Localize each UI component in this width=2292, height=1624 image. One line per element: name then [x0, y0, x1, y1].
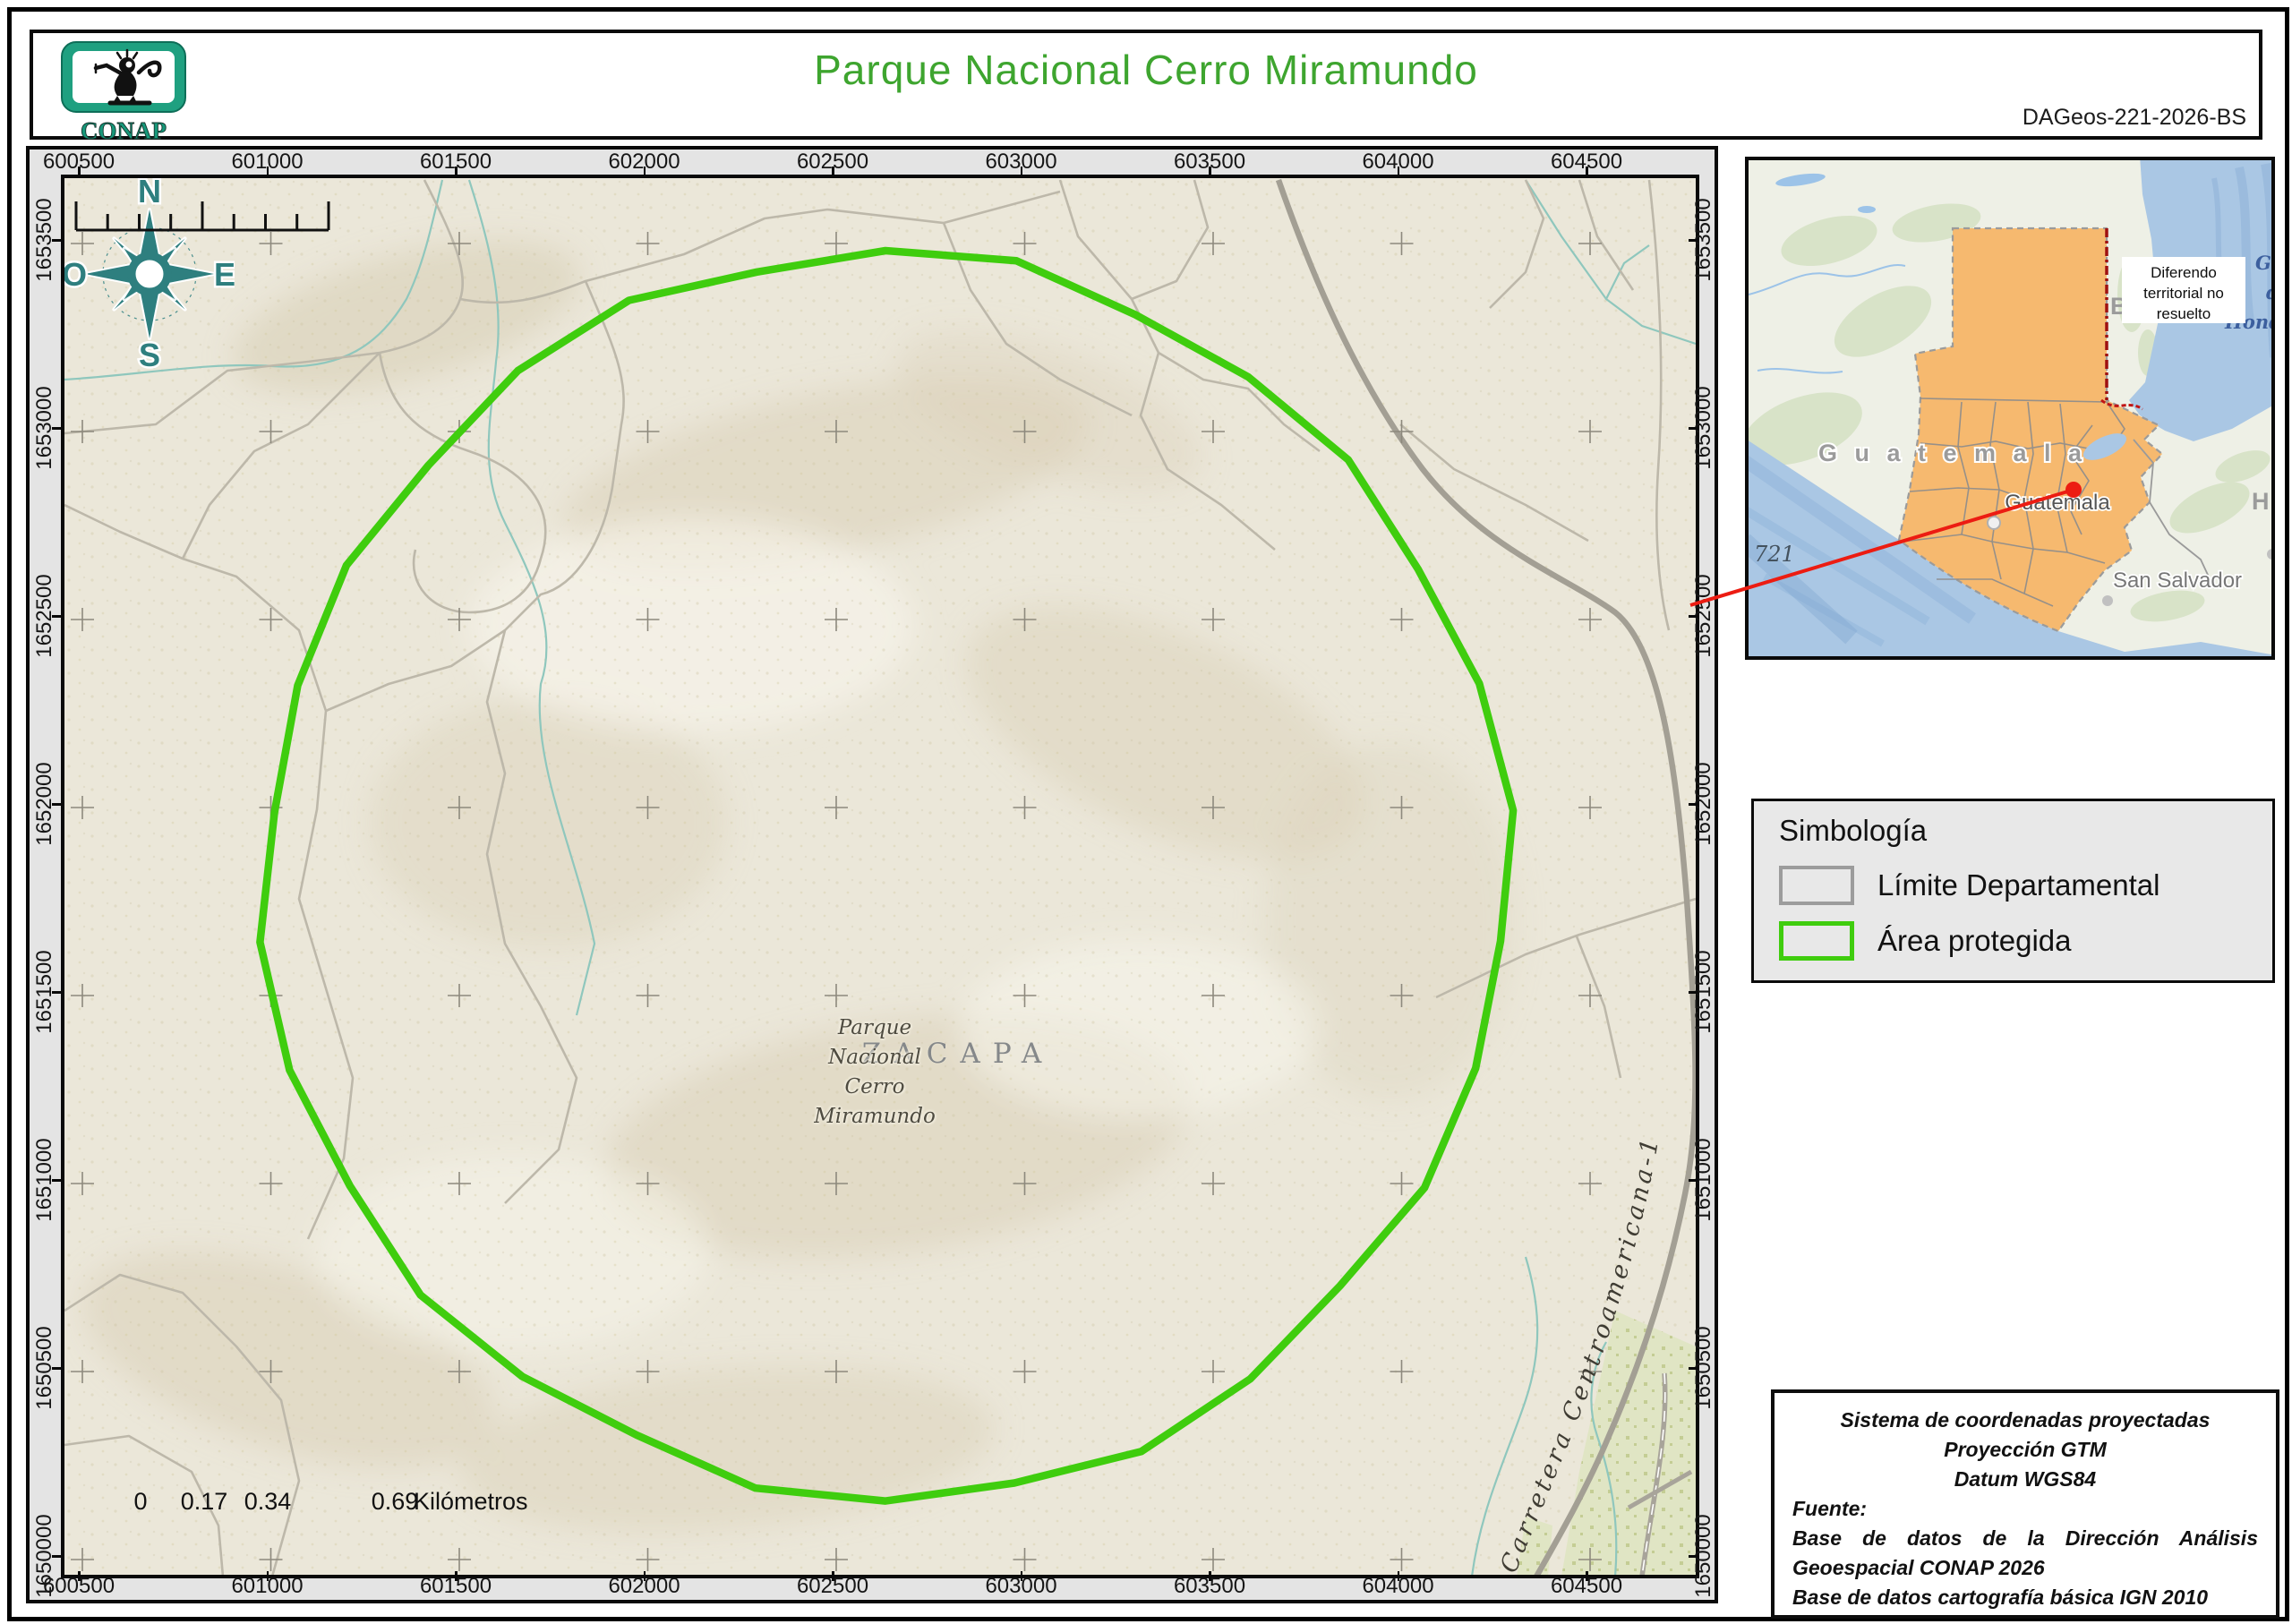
- scalebar-value: 0: [133, 1488, 147, 1516]
- legend-label: Límite Departamental: [1877, 868, 2159, 902]
- grid-tick: [1689, 991, 1698, 994]
- compass-south-label: S: [139, 337, 160, 371]
- header: CONAP Parque Nacional Cerro Miramundo DA…: [30, 30, 2262, 140]
- conap-logo-text: CONAP: [81, 117, 167, 144]
- inset-honduras-label: H o: [2252, 488, 2271, 515]
- grid-tick: [1398, 167, 1400, 176]
- terrain-stipple: [64, 178, 1696, 1575]
- grid-tick: [1021, 167, 1023, 176]
- legend-item-protected: Área protegida: [1779, 921, 2071, 961]
- legend-title: Simbología: [1779, 814, 1927, 848]
- grid-tick: [52, 615, 62, 618]
- inset-country-label: G u a t e m a l a: [1818, 440, 2087, 466]
- grid-tick: [455, 1571, 458, 1581]
- main-map-canvas: Carretera Centroamericana-10: [64, 178, 1696, 1575]
- grid-tick: [1586, 1571, 1588, 1581]
- grid-tick: [267, 167, 269, 176]
- scalebar-value: 0.69: [372, 1488, 419, 1516]
- grid-tick: [1689, 615, 1698, 618]
- grid-tick: [52, 1179, 62, 1182]
- credits-line: Base de datos de la Dirección Análisis G…: [1792, 1524, 2258, 1583]
- credits-line: Sistema de coordenadas proyectadas: [1792, 1406, 2258, 1435]
- park-name-line: Cerro: [774, 1073, 975, 1102]
- grid-tick: [52, 991, 62, 994]
- credits-box: Sistema de coordenadas proyectadasProyec…: [1771, 1389, 2279, 1619]
- inset-city-label: Guatemala: [2005, 491, 2110, 515]
- credits-line: Fuente:: [1792, 1494, 2258, 1524]
- inset-locator-map: G u a t e m a l a Guatemala San Salvador…: [1745, 157, 2275, 660]
- grid-tick: [644, 167, 646, 176]
- credits-line: Base de datos cartografía básica IGN 201…: [1792, 1583, 2258, 1612]
- inset-gulf-label-fragment-b: d: [2266, 281, 2271, 303]
- grid-tick: [78, 167, 81, 176]
- credits-line: Datum WGS84: [1792, 1465, 2258, 1494]
- scalebar-value: 0.17: [181, 1488, 228, 1516]
- inset-san-salvador-label: San Salvador: [2113, 568, 2242, 593]
- compass-east-label: E: [214, 256, 235, 293]
- grid-tick: [1398, 1571, 1400, 1581]
- map-sheet: CONAP Parque Nacional Cerro Miramundo DA…: [0, 0, 2292, 1624]
- inset-canvas: G u a t e m a l a Guatemala San Salvador…: [1749, 160, 2271, 656]
- grid-tick: [52, 803, 62, 806]
- scalebar-unit: Kilómetros: [414, 1488, 528, 1516]
- dispute-note: Diferendo territorial no resuelto: [2122, 257, 2245, 323]
- grid-tick: [1209, 167, 1211, 176]
- grid-tick: [1689, 803, 1698, 806]
- grid-tick: [52, 1555, 62, 1558]
- legend: Simbología Límite Departamental Área prot…: [1751, 799, 2275, 983]
- grid-tick: [1021, 1571, 1023, 1581]
- inset-depth-label: 721: [1754, 542, 1795, 567]
- grid-tick: [52, 239, 62, 242]
- grid-tick: [1209, 1571, 1211, 1581]
- legend-swatch-protected: [1779, 921, 1854, 961]
- grid-tick: [1689, 1179, 1698, 1182]
- inset-gulf-label-fragment-a: Gu: [2255, 252, 2271, 274]
- main-map: Carretera Centroamericana-10: [61, 175, 1699, 1578]
- grid-tick: [1689, 427, 1698, 430]
- grid-tick: [1689, 239, 1698, 242]
- scalebar-value: 0.34: [244, 1488, 292, 1516]
- grid-tick: [455, 167, 458, 176]
- inset-san-salvador-marker: [2102, 595, 2113, 606]
- park-name-line: Parque: [774, 1013, 975, 1043]
- grid-tick: [52, 427, 62, 430]
- page-title: Parque Nacional Cerro Miramundo: [33, 46, 2259, 94]
- grid-tick: [1586, 167, 1588, 176]
- grid-tick: [644, 1571, 646, 1581]
- park-name-label: ParqueNacionalCerroMiramundo: [774, 1013, 975, 1132]
- legend-label: Área protegida: [1877, 924, 2071, 958]
- park-name-line: Nacional: [774, 1043, 975, 1073]
- inset-guatemala-city-marker: [1988, 517, 2000, 529]
- grid-tick: [52, 1367, 62, 1370]
- grid-tick: [78, 1571, 81, 1581]
- park-name-line: Miramundo: [774, 1102, 975, 1132]
- grid-tick: [267, 1571, 269, 1581]
- grid-tick: [1689, 1367, 1698, 1370]
- compass-west-label: O: [64, 256, 87, 293]
- grid-tick: [832, 1571, 834, 1581]
- grid-tick: [832, 167, 834, 176]
- grid-tick: [1689, 1555, 1698, 1558]
- scalebar: [64, 178, 423, 241]
- legend-swatch-departmental: [1779, 866, 1854, 905]
- credits-line: Proyección GTM: [1792, 1435, 2258, 1465]
- document-id: DAGeos-221-2026-BS: [2023, 105, 2246, 131]
- legend-item-departmental: Límite Departamental: [1779, 866, 2159, 905]
